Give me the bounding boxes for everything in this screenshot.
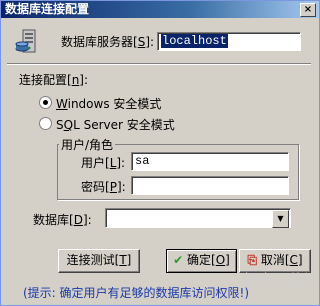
user-role-group-label: 用户/角色	[59, 136, 116, 153]
server-input-value: localhost	[161, 34, 228, 48]
dialog-window: 数据库连接配置 × 数据库服务器[S]: localhost 连接配置[n]: …	[0, 0, 320, 306]
dropdown-arrow-icon[interactable]: ▼	[272, 210, 289, 228]
cancel-icon: ⎘	[247, 253, 257, 267]
user-input[interactable]: sa	[131, 152, 289, 171]
title-bar[interactable]: 数据库连接配置 ×	[1, 1, 319, 18]
database-combobox[interactable]: ▼	[105, 208, 291, 228]
server-label: 数据库服务器[S]:	[61, 35, 155, 49]
sql-auth-label[interactable]: SQL Server 安全模式	[56, 116, 175, 133]
window-title: 数据库连接配置	[5, 2, 90, 16]
server-input[interactable]: localhost	[157, 32, 301, 51]
test-connection-button[interactable]: 连接测试[T]	[58, 249, 140, 273]
connect-config-label: 连接配置[n]:	[19, 73, 89, 87]
separator	[7, 63, 311, 65]
database-label: 数据库[D]:	[33, 213, 92, 227]
sql-auth-radio[interactable]	[39, 117, 52, 130]
watermark: 极光下载站	[239, 271, 315, 289]
user-label: 用户[L]:	[81, 156, 126, 170]
windows-auth-label[interactable]: Windows 安全模式	[56, 95, 161, 112]
close-icon: ×	[303, 4, 313, 15]
database-server-icon	[15, 28, 41, 56]
check-icon: ✔	[173, 253, 184, 267]
user-input-value: sa	[135, 154, 150, 168]
password-input[interactable]	[131, 176, 289, 195]
hint-text: (提示: 确定用户有足够的数据库访问权限!)	[23, 286, 250, 300]
ok-button[interactable]: ✔ 确定[O]	[166, 249, 237, 273]
windows-auth-radio[interactable]	[39, 96, 52, 109]
close-button[interactable]: ×	[300, 3, 316, 17]
password-label: 密码[P]:	[81, 180, 126, 194]
